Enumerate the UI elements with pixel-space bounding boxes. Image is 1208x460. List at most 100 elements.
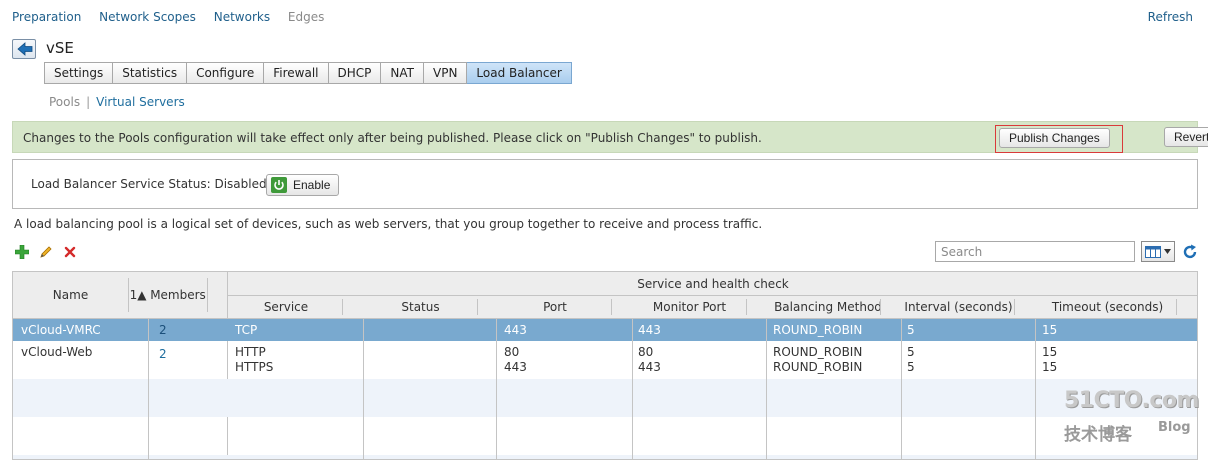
header-separator	[880, 299, 881, 315]
column-divider	[496, 319, 497, 459]
interval-value: 5	[907, 360, 915, 374]
table-row[interactable]: vCloud-Web 2 HTTP HTTPS 80 443 80 443 RO…	[13, 341, 1197, 379]
table-row[interactable]: vCloud-VMRC 2 TCP 443 443 ROUND_ROBIN 5 …	[13, 319, 1197, 341]
tab-firewall[interactable]: Firewall	[264, 62, 329, 84]
pool-members-link[interactable]: 2	[159, 347, 167, 362]
grid-toolbar	[14, 244, 78, 262]
port-value: 443	[504, 360, 527, 374]
pool-members-link[interactable]: 2	[159, 323, 167, 338]
nav-link-edges: Edges	[287, 10, 325, 24]
service-status-panel: Load Balancer Service Status: Disabled E…	[12, 159, 1198, 209]
nav-link-preparation[interactable]: Preparation	[12, 10, 81, 24]
column-divider	[148, 319, 149, 459]
power-icon	[271, 177, 287, 193]
edit-icon[interactable]	[38, 244, 54, 260]
sub-nav: Pools | Virtual Servers	[49, 95, 185, 109]
method-value: ROUND_ROBIN	[773, 360, 863, 374]
col-header-name[interactable]: Name	[13, 272, 128, 318]
col-header-monitor-port[interactable]: Monitor Port	[632, 296, 747, 318]
column-chooser-button[interactable]	[1141, 241, 1175, 262]
grid-refresh-icon[interactable]	[1181, 243, 1199, 261]
service-status-label: Load Balancer Service Status: Disabled	[31, 177, 267, 191]
delete-icon[interactable]	[62, 244, 78, 260]
back-button[interactable]	[12, 39, 36, 59]
service-status-text: Load Balancer Service Status:	[31, 177, 211, 191]
add-icon[interactable]	[14, 244, 30, 260]
nav-link-networks[interactable]: Networks	[214, 10, 270, 24]
subnav-virtual-servers[interactable]: Virtual Servers	[96, 95, 185, 109]
empty-row	[13, 455, 1197, 459]
watermark-blog: Blog	[1158, 420, 1191, 435]
col-header-port[interactable]: Port	[496, 296, 614, 318]
subnav-pools[interactable]: Pools	[49, 95, 80, 109]
chevron-down-icon	[1163, 249, 1171, 254]
header-separator	[342, 299, 343, 315]
tab-dhcp[interactable]: DHCP	[328, 62, 382, 84]
column-divider	[1035, 319, 1036, 459]
header-divider	[227, 295, 1197, 296]
header-separator	[1014, 299, 1015, 315]
header-separator	[477, 299, 478, 315]
empty-row	[13, 379, 1197, 417]
pool-name: vCloud-VMRC	[21, 323, 101, 337]
tab-vpn[interactable]: VPN	[424, 62, 468, 84]
subnav-separator: |	[86, 95, 91, 109]
header-separator	[746, 299, 747, 315]
top-nav: Preparation Network Scopes Networks Edge…	[12, 10, 1196, 26]
header-separator	[128, 278, 129, 312]
tab-bar: Settings Statistics Configure Firewall D…	[44, 62, 572, 84]
watermark-chinese: 技术博客	[1064, 425, 1132, 445]
publish-banner: Changes to the Pools configuration will …	[12, 121, 1208, 153]
enable-button[interactable]: Enable	[266, 174, 340, 196]
search-input[interactable]	[935, 241, 1135, 262]
tab-configure[interactable]: Configure	[187, 62, 265, 84]
tab-load-balancer[interactable]: Load Balancer	[467, 62, 572, 84]
col-header-sort[interactable]: 1▲	[128, 272, 148, 318]
pools-grid: Name 1▲ Members Service and health check…	[12, 271, 1198, 460]
service-value: HTTPS	[235, 360, 274, 374]
interval-value: 5	[907, 345, 915, 359]
empty-row	[13, 417, 1197, 455]
banner-message: Changes to the Pools configuration will …	[23, 131, 762, 145]
pool-name: vCloud-Web	[21, 345, 93, 359]
col-group-service-health: Service and health check	[637, 277, 789, 291]
monitor-port-value: 80	[638, 345, 654, 359]
columns-icon	[1145, 245, 1162, 258]
tab-settings[interactable]: Settings	[45, 62, 114, 84]
column-divider	[632, 319, 633, 459]
col-header-interval[interactable]: Interval (seconds)	[901, 296, 1016, 318]
watermark-site: 51CTO.com	[1064, 388, 1199, 413]
column-divider	[363, 319, 364, 459]
header-separator	[611, 299, 612, 315]
interval-value: 5	[907, 323, 915, 337]
timeout-value: 15	[1042, 345, 1058, 359]
revert-button[interactable]: Revert	[1164, 127, 1208, 147]
tab-statistics[interactable]: Statistics	[113, 62, 188, 84]
port-value: 80	[504, 345, 520, 359]
col-header-balancing-method[interactable]: Balancing Method	[766, 296, 890, 318]
monitor-port-value: 443	[638, 360, 661, 374]
enable-label: Enable	[293, 178, 331, 192]
col-header-timeout[interactable]: Timeout (seconds)	[1035, 296, 1180, 318]
publish-highlight: Publish Changes	[995, 125, 1123, 153]
timeout-value: 15	[1042, 360, 1058, 374]
page-title: vSE	[46, 39, 74, 57]
tab-nat[interactable]: NAT	[381, 62, 424, 84]
site-watermark: 51CTO.com 技术博客 Blog	[1060, 388, 1200, 450]
publish-changes-button[interactable]: Publish Changes	[999, 128, 1110, 148]
back-arrow-icon	[17, 42, 33, 56]
header-separator	[1176, 299, 1177, 315]
column-divider	[901, 319, 902, 459]
timeout-value: 15	[1042, 323, 1058, 337]
nav-link-network-scopes[interactable]: Network Scopes	[99, 10, 196, 24]
monitor-port-value: 443	[638, 323, 661, 337]
column-divider	[766, 319, 767, 459]
pool-description: A load balancing pool is a logical set o…	[14, 217, 763, 231]
col-header-service[interactable]: Service	[227, 296, 345, 318]
refresh-link[interactable]: Refresh	[1148, 10, 1193, 24]
service-value: TCP	[235, 323, 258, 337]
col-header-status[interactable]: Status	[363, 296, 478, 318]
col-header-members[interactable]: Members	[148, 272, 208, 318]
method-value: ROUND_ROBIN	[773, 345, 863, 359]
method-value: ROUND_ROBIN	[773, 323, 863, 337]
